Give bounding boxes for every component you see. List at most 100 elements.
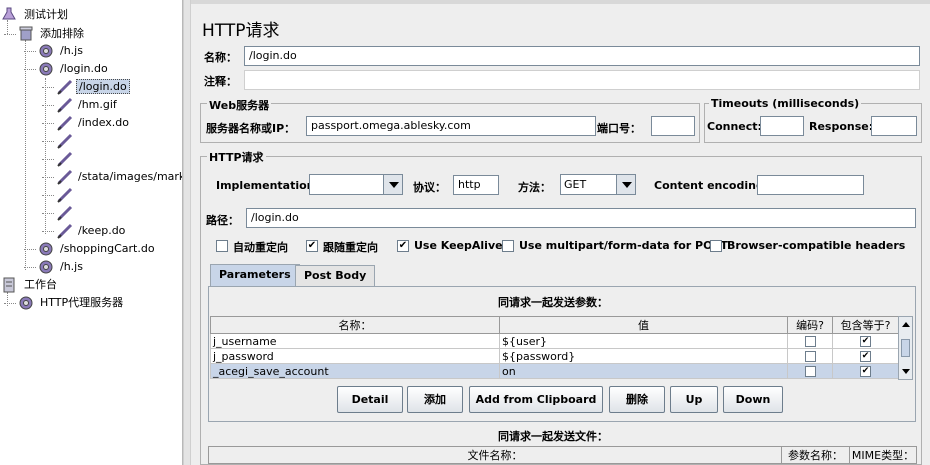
option-checkbox-label[interactable]: Use KeepAlive — [414, 239, 503, 252]
option-checkbox[interactable] — [710, 240, 722, 252]
param-name-cell[interactable]: j_username — [210, 333, 500, 349]
tree-node-label: /keep.do — [78, 224, 126, 237]
encode-checkbox[interactable] — [804, 351, 816, 362]
tree-connector — [42, 195, 54, 196]
response-timeout-input[interactable] — [871, 116, 917, 136]
http-request-panel: HTTP请求 名称： /login.do 注释： Web服务器 服务器名称或IP… — [192, 4, 930, 465]
column-header-mime-type[interactable]: MIME类型： — [849, 446, 917, 464]
tree-connector — [42, 231, 54, 232]
server-input[interactable]: passport.omega.ablesky.com — [306, 116, 596, 136]
tree-node-label: /h.js — [60, 44, 83, 57]
tree-node-label: /hm.gif — [78, 98, 117, 111]
table-row[interactable]: j_username ${user} ✔ — [210, 333, 899, 349]
chevron-down-icon[interactable] — [616, 175, 635, 194]
column-header-value[interactable]: 值 — [499, 316, 788, 334]
method-select[interactable]: GET — [560, 174, 636, 195]
timeouts-group-title: Timeouts (milliseconds) — [709, 97, 862, 110]
tree-node-label: /shoppingCart.do — [60, 242, 155, 255]
tree-node-label: /login.do — [60, 62, 108, 75]
implementation-label: Implementation: — [216, 179, 319, 192]
option-checkbox[interactable] — [216, 240, 228, 252]
table-row[interactable]: _acegi_save_account on ✔ — [210, 363, 899, 379]
tree-connector — [25, 40, 26, 270]
tree-connector — [42, 123, 54, 124]
delete-button[interactable]: 删除 — [609, 386, 665, 413]
column-header-param-name[interactable]: 参数名称： — [781, 446, 850, 464]
comment-field[interactable] — [244, 70, 920, 90]
flask-icon — [2, 7, 16, 27]
tree-node-label: /stata/images/market/in — [78, 170, 182, 183]
tab-post-body[interactable]: Post Body — [295, 265, 376, 287]
files-table[interactable]: 文件名称： 参数名称： MIME类型： — [208, 446, 917, 464]
connect-timeout-input[interactable] — [760, 116, 804, 136]
tree-node-label: 测试计划 — [24, 8, 68, 21]
encode-checkbox[interactable] — [804, 366, 816, 377]
option-checkbox-label[interactable]: 自动重定向 — [233, 239, 288, 255]
param-value-cell[interactable]: ${user} — [499, 333, 788, 349]
add-from-clipboard-button[interactable]: Add from Clipboard — [469, 386, 603, 413]
scroll-down-icon[interactable] — [902, 369, 910, 374]
column-header-encode[interactable]: 编码? — [787, 316, 833, 334]
tree-connector — [42, 105, 54, 106]
column-header-include-equals[interactable]: 包含等于? — [832, 316, 899, 334]
controller-icon — [38, 61, 54, 83]
content-encoding-input[interactable] — [757, 175, 864, 195]
option-checkbox-label[interactable]: Browser-compatible headers — [727, 239, 905, 252]
tree-node-label — [76, 152, 80, 165]
tree-connector — [24, 51, 36, 52]
tree-connector — [24, 69, 36, 70]
tab-parameters[interactable]: Parameters — [210, 264, 300, 287]
option-checkbox[interactable] — [502, 240, 514, 252]
tree-node-label: /index.do — [78, 116, 130, 129]
tree-node-label — [76, 188, 80, 201]
tree-node-label: 工作台 — [24, 278, 57, 291]
param-value-cell[interactable]: on — [499, 363, 788, 379]
parameters-table[interactable]: 名称： 值 编码? 包含等于? j_username ${user} ✔ j_pass… — [210, 316, 899, 379]
param-encode-cell — [787, 348, 833, 364]
path-input[interactable]: /login.do — [246, 208, 916, 228]
scroll-up-icon[interactable] — [902, 322, 910, 327]
table-row[interactable]: j_password ${password} ✔ — [210, 348, 899, 364]
http-request-group-title: HTTP请求 — [207, 149, 266, 165]
tree-connector — [45, 78, 46, 234]
tree-connector — [42, 213, 54, 214]
tree-node-label: 添加排除 — [40, 27, 84, 40]
option-checkbox-label[interactable]: 跟随重定向 — [323, 239, 378, 255]
include-equals-checkbox[interactable]: ✔ — [860, 366, 871, 377]
tree-node-label: HTTP代理服务器 — [40, 296, 124, 309]
include-equals-checkbox[interactable]: ✔ — [860, 336, 871, 347]
parameters-scrollbar[interactable] — [898, 316, 913, 380]
tree-node-label: /login.do — [76, 79, 130, 94]
protocol-input[interactable]: http — [453, 175, 499, 195]
option-checkbox-label[interactable]: Use multipart/form-data for POST — [519, 239, 728, 252]
chevron-down-icon[interactable] — [383, 175, 402, 194]
panel-splitter[interactable] — [183, 0, 191, 465]
down-button[interactable]: Down — [723, 386, 783, 413]
column-header-name[interactable]: 名称： — [210, 316, 500, 334]
protocol-label: 协议： — [413, 181, 446, 194]
add-button[interactable]: 添加 — [407, 386, 463, 413]
test-plan-tree[interactable]: 测试计划添加排除/h.js/login.do/login.do/hm.gif/i… — [0, 0, 183, 465]
param-name-cell[interactable]: j_password — [210, 348, 500, 364]
tree-connector — [42, 141, 54, 142]
scroll-thumb[interactable] — [901, 339, 910, 357]
tree-node-label — [76, 134, 80, 147]
param-name-cell[interactable]: _acegi_save_account — [210, 363, 500, 379]
tree-connector — [24, 267, 36, 268]
detail-button[interactable]: Detail — [337, 386, 403, 413]
port-input[interactable] — [651, 116, 695, 136]
param-value-cell[interactable]: ${password} — [499, 348, 788, 364]
port-label: 端口号： — [597, 122, 641, 135]
encode-checkbox[interactable] — [804, 336, 816, 347]
option-checkbox[interactable]: ✔ — [397, 240, 409, 252]
up-button[interactable]: Up — [670, 386, 718, 413]
include-equals-checkbox[interactable]: ✔ — [860, 351, 871, 362]
param-include-equals-cell: ✔ — [832, 348, 899, 364]
name-field[interactable]: /login.do — [244, 46, 920, 66]
implementation-select[interactable] — [309, 174, 403, 195]
option-checkbox[interactable]: ✔ — [306, 240, 318, 252]
server-label: 服务器名称或IP： — [206, 122, 296, 135]
column-header-file-name[interactable]: 文件名称： — [208, 446, 782, 464]
tree-connector — [4, 303, 16, 304]
comment-label: 注释： — [204, 75, 237, 88]
